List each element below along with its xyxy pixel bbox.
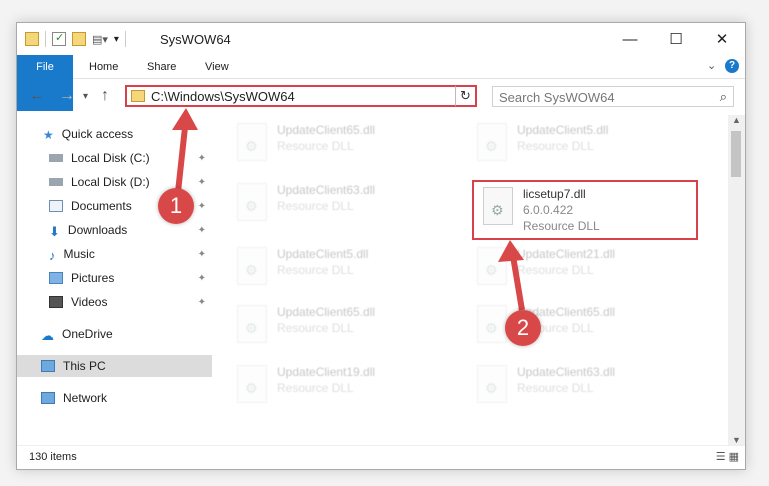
arrow-1-head <box>172 108 198 130</box>
arrow-2-head <box>498 240 524 262</box>
annotation-arrows <box>172 108 525 311</box>
step-badge-1: 1 <box>158 188 194 224</box>
step-badge-2: 2 <box>505 310 541 346</box>
